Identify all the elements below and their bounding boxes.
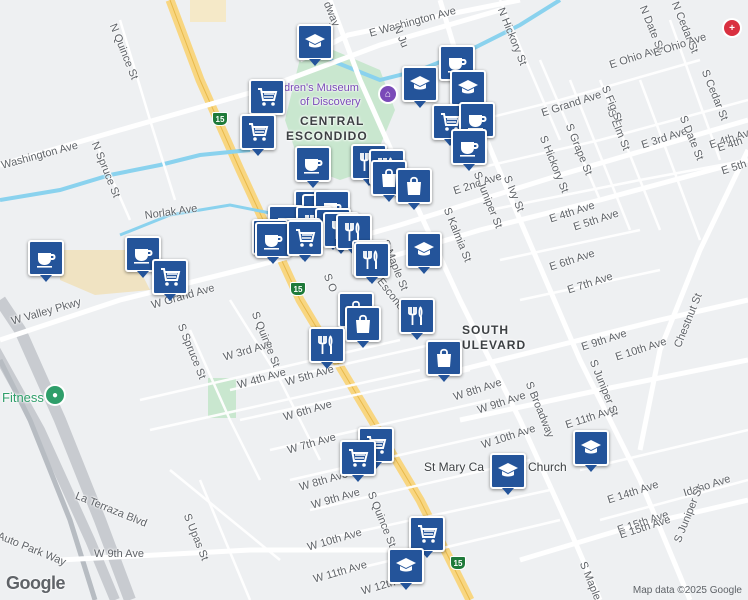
area-label: SOUTH <box>462 323 509 337</box>
map-credit: Map data ©2025 Google <box>632 585 742 596</box>
shopping-bag-marker[interactable] <box>426 340 462 382</box>
graduation-cap-marker[interactable] <box>388 548 424 590</box>
graduation-cap-marker[interactable] <box>402 66 438 108</box>
graduation-cap-icon <box>458 80 478 94</box>
hospital-icon[interactable]: + <box>724 20 740 36</box>
graduation-cap-marker[interactable] <box>406 232 442 274</box>
shopping-cart-marker[interactable] <box>152 259 188 301</box>
graduation-cap-marker[interactable] <box>573 430 609 472</box>
graduation-cap-icon <box>305 34 325 48</box>
shopping-bag-icon <box>437 348 451 367</box>
shopping-cart-icon <box>418 525 438 543</box>
shopping-bag-icon <box>407 176 421 195</box>
shopping-bag-marker[interactable] <box>396 168 432 210</box>
museum-icon[interactable]: ⌂ <box>380 86 396 102</box>
shopping-cart-marker[interactable] <box>249 79 285 121</box>
area-label: ESCONDIDO <box>286 129 368 143</box>
poi-label: Fitness <box>2 390 44 405</box>
fitness-icon[interactable]: ● <box>46 386 64 404</box>
coffee-cup-marker[interactable] <box>295 146 331 188</box>
restaurant-marker[interactable] <box>309 327 345 369</box>
shopping-cart-marker[interactable] <box>340 440 376 482</box>
restaurant-icon <box>318 335 333 354</box>
street-label: W 9th Ave <box>94 548 144 560</box>
shopping-cart-marker[interactable] <box>240 114 276 156</box>
restaurant-marker[interactable] <box>354 242 390 284</box>
graduation-cap-marker[interactable] <box>490 453 526 495</box>
shopping-cart-icon <box>296 229 316 247</box>
graduation-cap-icon <box>581 440 601 454</box>
poi-label: Church <box>528 460 567 474</box>
highway-shield-icon: 15 <box>212 112 228 126</box>
shopping-cart-icon <box>349 449 369 467</box>
coffee-cup-icon <box>460 142 479 157</box>
highway-shield-icon: 15 <box>450 556 466 570</box>
graduation-cap-icon <box>396 558 416 572</box>
coffee-cup-marker[interactable] <box>255 222 291 264</box>
shopping-cart-icon <box>258 88 278 106</box>
shopping-cart-marker[interactable] <box>409 516 445 558</box>
shopping-bag-marker[interactable] <box>345 306 381 348</box>
restaurant-icon <box>408 306 423 325</box>
graduation-cap-icon <box>414 242 434 256</box>
restaurant-icon <box>363 250 378 269</box>
area-label: ULEVARD <box>462 338 527 352</box>
graduation-cap-marker[interactable] <box>450 70 486 112</box>
shopping-bag-icon <box>356 314 370 333</box>
coffee-cup-marker[interactable] <box>451 129 487 171</box>
area-label: CENTRAL <box>300 114 365 128</box>
graduation-cap-marker[interactable] <box>297 24 333 66</box>
coffee-cup-icon <box>37 253 56 268</box>
poi-label: dren's Museum <box>284 82 359 94</box>
graduation-cap-icon <box>410 76 430 90</box>
coffee-cup-icon <box>264 235 283 250</box>
coffee-cup-marker[interactable] <box>28 240 64 282</box>
shopping-cart-icon <box>161 268 181 286</box>
poi-label: St Mary Ca <box>424 460 485 474</box>
highway-shield-icon: 15 <box>290 282 306 296</box>
restaurant-marker[interactable] <box>399 298 435 340</box>
shopping-cart-marker[interactable] <box>287 220 323 262</box>
coffee-cup-icon <box>304 159 323 174</box>
poi-label: of Discovery <box>300 96 361 108</box>
shopping-cart-icon <box>249 123 269 141</box>
google-logo: Google <box>6 573 66 593</box>
graduation-cap-icon <box>498 463 518 477</box>
map-canvas[interactable]: CENTRAL ESCONDIDO SOUTH ULEVARD E Washin… <box>0 0 748 600</box>
